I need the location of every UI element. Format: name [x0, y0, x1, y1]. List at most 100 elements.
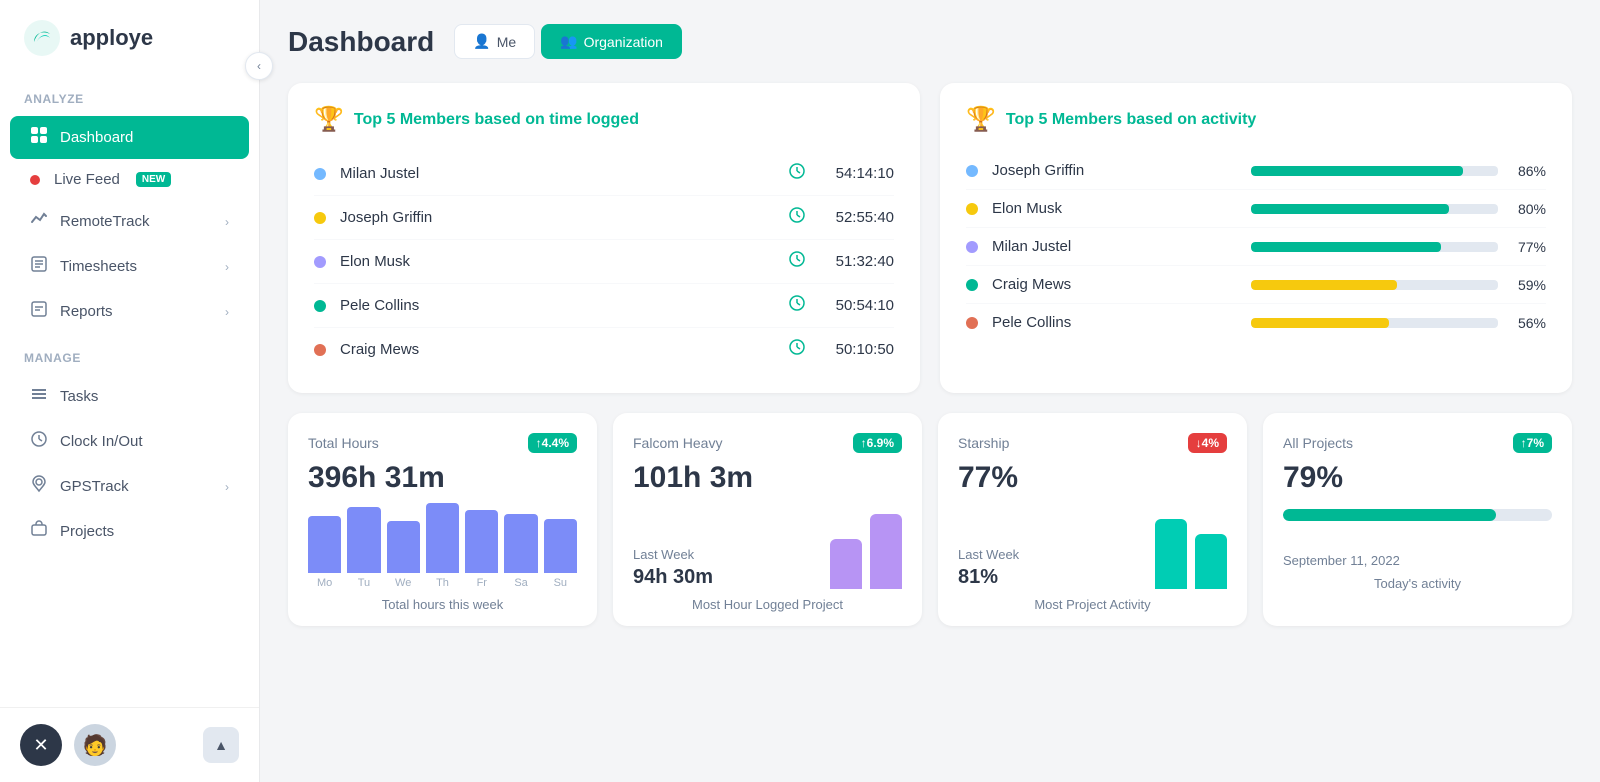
falcom-bar-1 — [830, 539, 862, 589]
all-projects-card: All Projects ↑7% 79% September 11, 2022 … — [1263, 413, 1572, 626]
sidebar-section-analyze: Analyze Dashboard Live Feed NEW RemoteTr… — [0, 76, 259, 335]
collapse-button[interactable]: ‹ — [245, 52, 273, 80]
sidebar-item-livefeed[interactable]: Live Feed NEW — [10, 161, 249, 198]
page-header: Dashboard 👤 Me 👥 Organization — [288, 24, 1572, 59]
time-member-row: Milan Justel 54:14:10 — [314, 152, 894, 196]
activity-bar-fill — [1251, 204, 1449, 214]
org-tab-icon: 👥 — [560, 33, 577, 50]
bar-label: Su — [554, 577, 567, 589]
bar — [544, 519, 577, 573]
sidebar-item-gpstrack[interactable]: GPSTrack › — [10, 465, 249, 508]
starship-last-week-value: 81% — [958, 566, 1143, 589]
gpstrack-icon — [30, 475, 48, 498]
remotetrack-icon — [30, 210, 48, 233]
activity-member-row: Joseph Griffin 86% — [966, 152, 1546, 190]
app-name: apploye — [70, 25, 153, 51]
timesheets-icon — [30, 255, 48, 278]
chevron-icon-reports: › — [225, 305, 229, 319]
clockinout-icon — [30, 430, 48, 453]
reports-icon — [30, 300, 48, 323]
all-projects-footer: Today's activity — [1283, 576, 1552, 591]
user-avatar-photo[interactable]: 🧑 — [74, 724, 116, 766]
sidebar-item-label-projects: Projects — [60, 523, 114, 540]
total-hours-label: Total Hours — [308, 435, 379, 451]
member-time: 54:14:10 — [814, 165, 894, 182]
activity-pct: 77% — [1510, 239, 1546, 255]
total-hours-value: 396h 31m — [308, 461, 577, 495]
all-projects-header: All Projects ↑7% — [1283, 433, 1552, 453]
activity-bar-fill — [1251, 242, 1441, 252]
scroll-up-button[interactable]: ▲ — [203, 727, 239, 763]
falcom-bars — [830, 509, 902, 589]
activity-pct: 59% — [1510, 277, 1546, 293]
trophy-icon-time: 🏆 — [314, 105, 344, 134]
trophy-icon-activity: 🏆 — [966, 105, 996, 134]
falcom-inner: Last Week 94h 30m — [633, 509, 902, 589]
tab-me[interactable]: 👤 Me — [454, 24, 535, 59]
time-member-row: Craig Mews 50:10:50 — [314, 328, 894, 371]
page-title: Dashboard — [288, 26, 434, 58]
bar — [308, 516, 341, 573]
sidebar-item-timesheets[interactable]: Timesheets › — [10, 245, 249, 288]
starship-bar-1 — [1155, 519, 1187, 589]
activity-member-name: Craig Mews — [992, 276, 1239, 293]
falcom-last-week-label: Last Week — [633, 547, 818, 562]
total-hours-card: Total Hours ↑4.4% 396h 31m Mo Tu We Th F… — [288, 413, 597, 626]
bar — [504, 514, 537, 574]
sidebar-item-tasks[interactable]: Tasks — [10, 375, 249, 418]
sidebar-item-label-remotetrack: RemoteTrack — [60, 213, 149, 230]
sidebar-item-dashboard[interactable]: Dashboard — [10, 116, 249, 159]
activity-dot — [966, 241, 978, 253]
member-time: 51:32:40 — [814, 253, 894, 270]
falcom-card: Falcom Heavy ↑6.9% 101h 3m Last Week 94h… — [613, 413, 922, 626]
falcom-bar-2 — [870, 514, 902, 589]
sidebar-item-clockinout[interactable]: Clock In/Out — [10, 420, 249, 463]
activity-bar-fill — [1251, 280, 1397, 290]
bar-wrap: Fr — [465, 510, 498, 589]
activity-dot — [966, 279, 978, 291]
tab-organization[interactable]: 👥 Organization — [541, 24, 682, 59]
top-cards: 🏆 Top 5 Members based on time logged Mil… — [288, 83, 1572, 393]
member-time: 50:54:10 — [814, 297, 894, 314]
activity-member-row: Pele Collins 56% — [966, 304, 1546, 341]
bar-wrap: Su — [544, 519, 577, 589]
total-hours-badge: ↑4.4% — [528, 433, 577, 453]
falcom-badge: ↑6.9% — [853, 433, 902, 453]
chevron-icon-timesheets: › — [225, 260, 229, 274]
starship-label: Starship — [958, 435, 1009, 451]
sidebar-section-manage: Manage Tasks Clock In/Out GPSTrack › Pr — [0, 335, 259, 555]
activity-bar-wrap — [1251, 280, 1498, 290]
user-avatar-dark[interactable]: ✕ — [20, 724, 62, 766]
chevron-icon-gpstrack: › — [225, 480, 229, 494]
member-name: Joseph Griffin — [340, 209, 788, 226]
starship-bar-2 — [1195, 534, 1227, 589]
sidebar-item-label-gpstrack: GPSTrack — [60, 478, 129, 495]
falcom-left: Last Week 94h 30m — [633, 547, 818, 589]
activity-member-row: Craig Mews 59% — [966, 266, 1546, 304]
sidebar-item-reports[interactable]: Reports › — [10, 290, 249, 333]
sidebar-item-remotetrack[interactable]: RemoteTrack › — [10, 200, 249, 243]
clock-icon — [788, 294, 806, 317]
activity-bar-wrap — [1251, 242, 1498, 252]
starship-last-week-label: Last Week — [958, 547, 1143, 562]
clock-icon — [788, 162, 806, 185]
sidebar-item-projects[interactable]: Projects — [10, 510, 249, 553]
bar-label: Mo — [317, 577, 332, 589]
sidebar-bottom: ✕ 🧑 ▲ — [0, 707, 259, 782]
starship-badge: ↓4% — [1188, 433, 1227, 453]
time-member-row: Elon Musk 51:32:40 — [314, 240, 894, 284]
all-projects-label: All Projects — [1283, 435, 1353, 451]
logo-icon — [24, 20, 60, 56]
activity-card-title: Top 5 Members based on activity — [1006, 111, 1256, 129]
activity-card: 🏆 Top 5 Members based on activity Joseph… — [940, 83, 1572, 393]
live-dot-icon — [30, 175, 40, 185]
activity-bar-fill — [1251, 318, 1389, 328]
activity-members: Joseph Griffin 86% Elon Musk 80% Milan J… — [966, 152, 1546, 341]
starship-card: Starship ↓4% 77% Last Week 81% Most Proj… — [938, 413, 1247, 626]
header-tabs: 👤 Me 👥 Organization — [454, 24, 682, 59]
sidebar-item-label-reports: Reports — [60, 303, 113, 320]
tasks-icon — [30, 385, 48, 408]
all-projects-badge: ↑7% — [1513, 433, 1552, 453]
bar-wrap: Tu — [347, 507, 380, 589]
member-name: Craig Mews — [340, 341, 788, 358]
